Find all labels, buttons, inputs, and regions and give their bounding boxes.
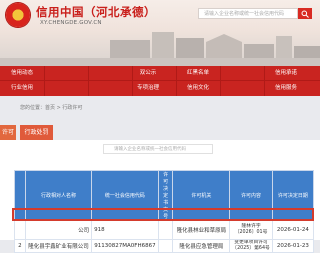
table-row[interactable]: 公司 918 隆化县林业和草原局 隆林许字〔2026〕01号 2026-01-2…: [14, 220, 315, 240]
cell-credit-code: 918: [91, 220, 159, 240]
tab-bar: 许可 行政处罚: [0, 125, 320, 140]
cell-date: 2026-01-24: [271, 220, 315, 240]
nav-item-credit-culture[interactable]: 信用文化: [176, 82, 220, 95]
nav-divider: [0, 80, 320, 81]
nav-item-credit-news[interactable]: 信用动态: [0, 67, 44, 80]
search-icon: [301, 10, 309, 18]
license-table: 行政相对人名称 统一社会信用代码 许可决定书文号 许可机关 许可内容 许可决定日…: [14, 170, 315, 253]
col-header-content: 许可内容: [229, 170, 273, 221]
site-title: 信用中国（河北承德）: [36, 5, 156, 19]
nav-item[interactable]: [44, 67, 88, 80]
nav-item[interactable]: [132, 82, 176, 95]
nav-item-credit-service[interactable]: 信用服务: [264, 82, 308, 95]
site-search-button[interactable]: [298, 8, 312, 19]
cell-authority: 隆化县应急管理局: [172, 239, 231, 253]
cell-credit-code: 91130827MA0FH6867: [91, 239, 159, 253]
nav-item[interactable]: [220, 67, 264, 80]
nav-item[interactable]: [44, 82, 88, 95]
site-header: 信用中国（河北承德） XY.CHENGDE.GOV.CN 请输入企业名称或统一社…: [0, 0, 320, 66]
cell-doc-number: [157, 239, 174, 253]
cell-doc-number: [157, 220, 174, 240]
cell-content: 隆林许字〔2026〕01号: [229, 220, 273, 240]
cell-index: 2: [14, 239, 26, 253]
col-header-credit-code: 统一社会信用代码: [91, 170, 159, 221]
nav-item[interactable]: [220, 82, 264, 95]
site-url: XY.CHENGDE.GOV.CN: [40, 20, 102, 26]
nav-item-credit-commitment[interactable]: 信用承诺: [264, 67, 308, 80]
list-search-input[interactable]: 请输入企业名称或统一社会信用代码: [103, 144, 213, 154]
col-header-authority: 许可机关: [172, 170, 231, 221]
cell-date: 2026-01-23: [271, 239, 315, 253]
skyline-illustration: [0, 32, 320, 66]
cell-authority: 隆化县林业和草原局: [172, 220, 231, 240]
col-header-date: 许可决定日期: [271, 170, 315, 221]
table-header-row: 行政相对人名称 统一社会信用代码 许可决定书文号 许可机关 许可内容 许可决定日…: [14, 170, 315, 221]
cell-name[interactable]: 公司: [24, 220, 93, 240]
nav-item-industry-credit[interactable]: 行业信用: [0, 82, 44, 95]
nav-item[interactable]: [132, 67, 176, 80]
tab-license[interactable]: 许可: [0, 125, 16, 140]
site-search-input[interactable]: 请输入企业名称或统一社会信用代码: [198, 8, 298, 19]
breadcrumb: 您的位置：首页 > 行政许可: [20, 105, 83, 111]
col-header-index: [14, 170, 26, 221]
national-emblem-icon: [6, 3, 30, 27]
table-row[interactable]: 2 隆化县宇鑫矿业有限公司 91130827MA0FH6867 隆化县应急管理局…: [14, 239, 315, 253]
nav-item-red-black-list[interactable]: 红黑名单: [176, 67, 220, 80]
cell-index: [14, 220, 26, 240]
cell-name[interactable]: 隆化县宇鑫矿业有限公司: [24, 239, 93, 253]
col-header-doc-number: 许可决定书文号: [157, 170, 174, 221]
tab-administrative-penalty[interactable]: 行政处罚: [20, 125, 53, 140]
col-header-name: 行政相对人名称: [24, 170, 93, 221]
cell-content: 变更单项目许可〔2025〕第64号: [229, 239, 273, 253]
